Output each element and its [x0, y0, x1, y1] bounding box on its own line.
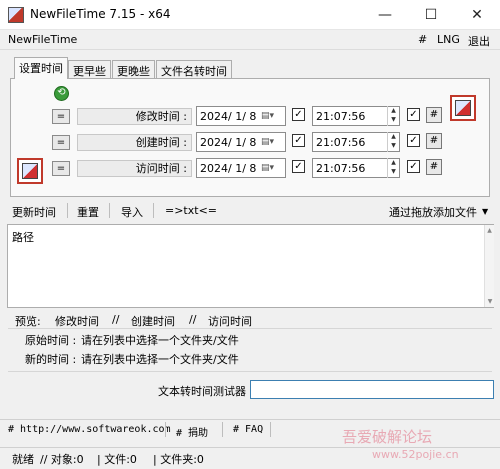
import-button[interactable]: 导入	[121, 204, 143, 220]
preview-label: 预览:	[15, 315, 41, 328]
toolbar-separator	[153, 203, 154, 218]
link-separator	[222, 422, 223, 437]
file-time-icon[interactable]	[450, 95, 476, 121]
time-picker[interactable]: 21:07:56 ▲ ▼	[312, 158, 400, 178]
chevron-down-icon[interactable]: ▼	[482, 207, 488, 216]
time-checkbox[interactable]: ✓	[407, 160, 420, 173]
copy-time-button[interactable]: =	[52, 161, 70, 176]
time-picker[interactable]: 21:07:56 ▲ ▼	[312, 132, 400, 152]
file-list[interactable]: 路径 ▲ ▼	[7, 224, 494, 308]
minimize-button[interactable]: —	[362, 0, 408, 30]
preview-created: 创建时间	[131, 315, 175, 328]
close-button[interactable]: ✕	[454, 0, 500, 30]
hash-button[interactable]: #	[426, 107, 442, 123]
faq-link[interactable]: # FAQ	[233, 424, 263, 435]
new-time-value: 请在列表中选择一个文件夹/文件	[81, 353, 239, 366]
link-separator	[270, 422, 271, 437]
date-value: 2024/ 1/ 8	[200, 162, 257, 175]
menu-app-name: NewFileTime	[8, 33, 78, 46]
menu-hash[interactable]: #	[418, 33, 427, 46]
spin-buttons[interactable]: ▲ ▼	[387, 106, 399, 126]
watermark-text: 吾爱破解论坛	[342, 428, 433, 446]
reset-button[interactable]: 重置	[77, 204, 99, 220]
date-checkbox[interactable]: ✓	[292, 134, 305, 147]
divider	[8, 328, 492, 329]
time-label: 创建时间 :	[77, 134, 192, 151]
refresh-icon[interactable]: ⟲	[54, 86, 69, 101]
date-checkbox[interactable]: ✓	[292, 160, 305, 173]
website-link[interactable]: # http://www.softwareok.com	[8, 424, 171, 435]
hash-button[interactable]: #	[426, 133, 442, 149]
original-time-value: 请在列表中选择一个文件夹/文件	[81, 334, 239, 347]
date-value: 2024/ 1/ 8	[200, 110, 257, 123]
menu-language[interactable]: LNG	[437, 33, 460, 46]
time-checkbox[interactable]: ✓	[407, 108, 420, 121]
time-checkbox[interactable]: ✓	[407, 134, 420, 147]
date-picker[interactable]: 2024/ 1/ 8 ▤▾	[196, 158, 286, 178]
donate-link[interactable]: # 捐助	[176, 424, 208, 439]
date-picker[interactable]: 2024/ 1/ 8 ▤▾	[196, 106, 286, 126]
calendar-icon[interactable]: ▤▾	[261, 135, 274, 150]
date-value: 2024/ 1/ 8	[200, 136, 257, 149]
tab-later[interactable]: 更晚些	[112, 60, 155, 78]
date-picker[interactable]: 2024/ 1/ 8 ▤▾	[196, 132, 286, 152]
list-scrollbar[interactable]: ▲ ▼	[484, 225, 494, 307]
status-files: | 文件:0	[97, 453, 137, 466]
calendar-icon[interactable]: ▤▾	[261, 109, 274, 124]
divider	[8, 371, 492, 372]
text-tester-label: 文本转时间测试器	[158, 385, 246, 398]
text-to-time-input[interactable]	[250, 380, 494, 399]
preview-separator: //	[112, 313, 120, 326]
link-separator	[165, 422, 166, 437]
spin-buttons[interactable]: ▲ ▼	[387, 132, 399, 152]
time-value: 21:07:56	[316, 110, 366, 123]
new-time-label: 新的时间 :	[25, 353, 77, 366]
file-time-icon[interactable]	[17, 158, 43, 184]
time-value: 21:07:56	[316, 162, 366, 175]
time-label: 修改时间 :	[77, 108, 192, 125]
preview-accessed: 访问时间	[208, 315, 252, 328]
spin-buttons[interactable]: ▲ ▼	[387, 158, 399, 178]
list-column-header[interactable]: 路径	[12, 229, 34, 245]
tab-filename-to-time[interactable]: 文件名转时间	[156, 60, 232, 78]
calendar-icon[interactable]: ▤▾	[261, 161, 274, 176]
time-value: 21:07:56	[316, 136, 366, 149]
menu-exit[interactable]: 退出	[468, 33, 490, 49]
toolbar-separator	[109, 203, 110, 218]
preview-modified: 修改时间	[55, 315, 99, 328]
time-picker[interactable]: 21:07:56 ▲ ▼	[312, 106, 400, 126]
date-checkbox[interactable]: ✓	[292, 108, 305, 121]
copy-time-button[interactable]: =	[52, 135, 70, 150]
original-time-label: 原始时间 :	[25, 334, 77, 347]
preview-separator: //	[189, 313, 197, 326]
export-txt-button[interactable]: =>txt<=	[165, 204, 217, 217]
status-objects: // 对象:0	[40, 453, 84, 466]
hash-button[interactable]: #	[426, 159, 442, 175]
tab-set-time[interactable]: 设置时间	[14, 57, 68, 79]
window-title: NewFileTime 7.15 - x64	[30, 7, 171, 21]
drag-add-files-button[interactable]: 通过拖放添加文件	[389, 204, 477, 220]
status-folders: | 文件夹:0	[153, 453, 204, 466]
toolbar-separator	[67, 203, 68, 218]
time-label: 访问时间 :	[77, 160, 192, 177]
maximize-button[interactable]: ☐	[408, 0, 454, 30]
status-ready: 就绪	[12, 453, 34, 466]
tab-earlier[interactable]: 更早些	[68, 60, 111, 78]
app-icon	[8, 7, 24, 23]
update-time-button[interactable]: 更新时间	[12, 204, 56, 220]
copy-time-button[interactable]: =	[52, 109, 70, 124]
